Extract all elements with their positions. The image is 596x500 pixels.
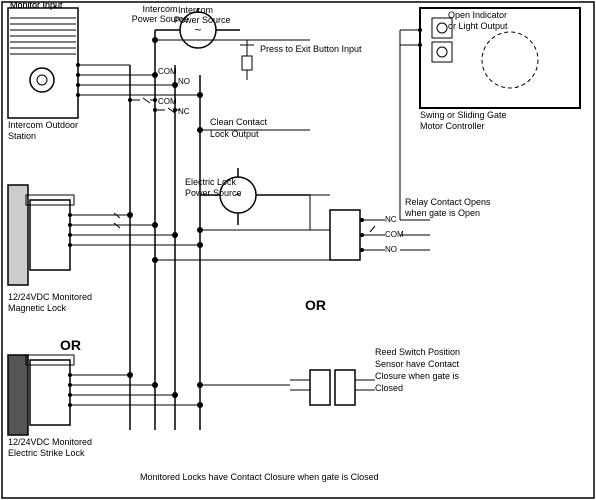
reed-switch-label: Reed Switch Position xyxy=(375,347,460,357)
electric-strike-label: 12/24VDC Monitored xyxy=(8,437,92,447)
reed-switch-label2: Sensor have Contact xyxy=(375,359,460,369)
intercom-power-label: Intercom xyxy=(142,4,177,14)
intercom-ps-label: Intercom xyxy=(178,5,213,15)
electric-lock-label2: Power Source xyxy=(185,188,242,198)
electric-strike-label2: Electric Strike Lock xyxy=(8,448,85,458)
svg-text:COM: COM xyxy=(158,67,177,76)
press-exit-label: Press to Exit Button Input xyxy=(260,44,362,54)
svg-text:NC: NC xyxy=(385,215,397,224)
svg-text:NO: NO xyxy=(385,245,397,254)
intercom-outdoor-label: Intercom Outdoor xyxy=(8,120,78,130)
clean-contact-label: Clean Contact xyxy=(210,117,268,127)
relay-contact-label: Relay Contact Opens xyxy=(405,197,491,207)
or-label-top: OR xyxy=(60,337,81,353)
open-indicator-label: Open Indicator xyxy=(448,10,507,20)
electric-lock-label: Electric Lock xyxy=(185,177,237,187)
open-indicator-label2: or Light Output xyxy=(448,21,508,31)
relay-contact-label2: when gate is Open xyxy=(404,208,480,218)
reed-switch-label3: Closure when gate is xyxy=(375,371,460,381)
svg-text:NC: NC xyxy=(178,107,190,116)
clean-contact-label2: Lock Output xyxy=(210,129,259,139)
swing-gate-label: Swing or Sliding Gate xyxy=(420,110,507,120)
monitor-input-label: Monitor Input xyxy=(10,0,63,10)
magnetic-lock-label2: Magnetic Lock xyxy=(8,303,67,313)
svg-text:NO: NO xyxy=(178,77,190,86)
swing-gate-label2: Motor Controller xyxy=(420,121,485,131)
wiring-diagram: Monitor Input ~ CO xyxy=(0,0,596,500)
monitored-locks-label: Monitored Locks have Contact Closure whe… xyxy=(140,472,379,482)
svg-text:~: ~ xyxy=(194,23,201,37)
intercom-ps-label2: Power Source xyxy=(174,15,231,25)
magnetic-lock-label: 12/24VDC Monitored xyxy=(8,292,92,302)
or-label-middle: OR xyxy=(305,297,326,313)
intercom-outdoor-label2: Station xyxy=(8,131,36,141)
svg-text:COM: COM xyxy=(158,97,177,106)
reed-switch-label4: Closed xyxy=(375,383,403,393)
